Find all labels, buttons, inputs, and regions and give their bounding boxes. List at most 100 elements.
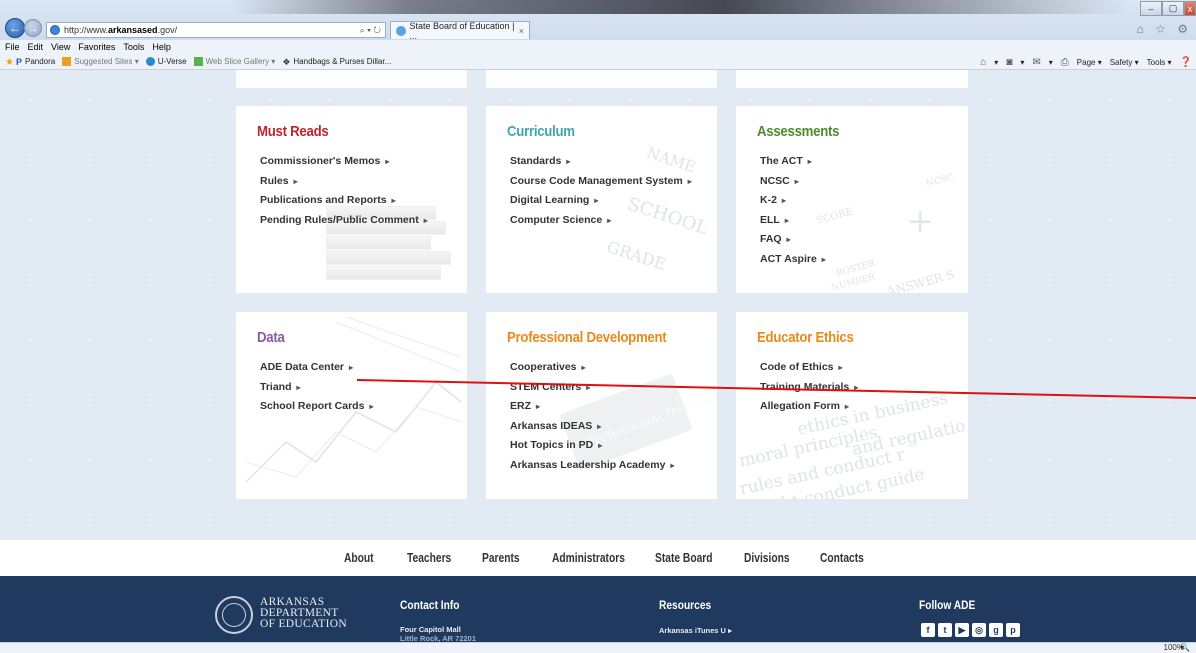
link-publications-reports[interactable]: Publications and Reports ▸ xyxy=(260,191,428,211)
facebook-icon[interactable]: f xyxy=(921,623,935,637)
watermark-text: right conduct guide xyxy=(755,464,927,499)
watermark-text: and regulatio xyxy=(850,416,968,460)
site-favicon-icon xyxy=(50,25,60,35)
link-act-aspire[interactable]: ACT Aspire ▸ xyxy=(760,250,826,270)
tab-state-board[interactable]: State Board of Education | ... × xyxy=(390,21,530,41)
safety-menu[interactable]: Safety ▾ xyxy=(1110,58,1139,67)
favorite-suggested-sites[interactable]: Suggested Sites ▾ xyxy=(62,57,139,66)
link-course-code[interactable]: Course Code Management System ▸ xyxy=(510,172,692,192)
link-training-materials[interactable]: Training Materials ▸ xyxy=(760,378,858,398)
link-cooperatives[interactable]: Cooperatives ▸ xyxy=(510,358,674,378)
nav-parents[interactable]: Parents xyxy=(482,551,520,565)
card-bottom-edge xyxy=(486,70,717,88)
link-ncsc[interactable]: NCSC ▸ xyxy=(760,172,826,192)
nav-divisions[interactable]: Divisions xyxy=(744,551,790,565)
social-icons: f t ▶ ◎ g p xyxy=(921,623,1023,637)
back-button[interactable]: ← xyxy=(5,18,25,38)
link-allegation-form[interactable]: Allegation Form ▸ xyxy=(760,397,858,417)
link-commissioners-memos[interactable]: Commissioner's Memos ▸ xyxy=(260,152,428,172)
web-slice-icon xyxy=(193,57,203,66)
card-title: Assessments xyxy=(757,123,840,140)
tab-close-icon[interactable]: × xyxy=(519,26,524,36)
forward-button[interactable]: → xyxy=(24,19,42,37)
instagram-icon[interactable]: ◎ xyxy=(972,623,986,637)
menu-view[interactable]: View xyxy=(51,42,70,52)
link-hot-topics-pd[interactable]: Hot Topics in PD ▸ xyxy=(510,436,674,456)
page-menu[interactable]: Page ▾ xyxy=(1077,58,1102,67)
link-standards[interactable]: Standards ▸ xyxy=(510,152,692,172)
feeds-icon[interactable]: ◙ xyxy=(1006,57,1012,68)
ade-seal-logo[interactable] xyxy=(215,596,253,634)
command-bar: ⌂ ▾ ◙ ▾ ✉ ▾ ⎙ Page ▾ Safety ▾ Tools ▾ ❓ xyxy=(980,56,1192,68)
watermark-text: ANSWER S xyxy=(885,267,957,293)
card-title: Professional Development xyxy=(507,329,667,346)
menu-edit[interactable]: Edit xyxy=(28,42,44,52)
zoom-level[interactable]: 🔍 100% ▾ xyxy=(1164,643,1190,652)
favorites-star-icon[interactable]: ★ xyxy=(5,57,14,68)
url-host: arkansased xyxy=(108,25,158,35)
status-bar: 🔍 100% ▾ xyxy=(0,642,1196,653)
link-code-of-ethics[interactable]: Code of Ethics ▸ xyxy=(760,358,858,378)
help-icon[interactable]: ❓ xyxy=(1180,57,1192,68)
link-faq[interactable]: FAQ ▸ xyxy=(760,230,826,250)
nav-teachers[interactable]: Teachers xyxy=(407,551,451,565)
nav-about[interactable]: About xyxy=(344,551,374,565)
mail-icon[interactable]: ✉ xyxy=(1032,57,1040,68)
watermark-text: NCSC xyxy=(925,172,955,190)
favorite-web-slice-gallery[interactable]: Web Slice Gallery ▾ xyxy=(193,57,275,66)
url-prefix: http://www. xyxy=(64,25,109,35)
card-title: Data xyxy=(257,329,285,346)
link-ade-data-center[interactable]: ADE Data Center ▸ xyxy=(260,358,373,378)
menu-bar: File Edit View Favorites Tools Help xyxy=(0,40,1196,54)
youtube-icon[interactable]: ▶ xyxy=(955,623,969,637)
link-erz[interactable]: ERZ ▸ xyxy=(510,397,674,417)
link-digital-learning[interactable]: Digital Learning ▸ xyxy=(510,191,692,211)
link-school-report-cards[interactable]: School Report Cards ▸ xyxy=(260,397,373,417)
link-stem-centers[interactable]: STEM Centers ▸ xyxy=(510,378,674,398)
menu-file[interactable]: File xyxy=(5,42,20,52)
link-arkansas-itunes-u[interactable]: Arkansas iTunes U ▸ xyxy=(659,626,732,635)
favorite-u-verse[interactable]: U-Verse xyxy=(145,57,187,66)
menu-favorites[interactable]: Favorites xyxy=(78,42,115,52)
window-background-image xyxy=(230,0,1130,14)
ade-logo-text[interactable]: ARKANSAS DEPARTMENT OF EDUCATION xyxy=(260,596,347,630)
google-plus-icon[interactable]: g xyxy=(989,623,1003,637)
favorite-pandora[interactable]: P Pandora xyxy=(16,57,55,67)
link-k2[interactable]: K-2 ▸ xyxy=(760,191,826,211)
menu-help[interactable]: Help xyxy=(152,42,171,52)
print-icon[interactable]: ⎙ xyxy=(1061,57,1069,68)
nav-administrators[interactable]: Administrators xyxy=(552,551,625,565)
card-title: Curriculum xyxy=(507,123,575,140)
url-suffix: .gov/ xyxy=(157,25,178,35)
tools-menu[interactable]: Tools ▾ xyxy=(1147,58,1172,67)
link-the-act[interactable]: The ACT ▸ xyxy=(760,152,826,172)
nav-state-board[interactable]: State Board xyxy=(655,551,713,565)
link-triand[interactable]: Triand ▸ xyxy=(260,378,373,398)
nav-contacts[interactable]: Contacts xyxy=(820,551,864,565)
home-favorites-settings-icons[interactable]: ⌂ ☆ ⚙ xyxy=(1137,22,1192,36)
watermark-text: GRADE xyxy=(604,237,669,274)
pinterest-icon[interactable]: p xyxy=(1006,623,1020,637)
link-ell[interactable]: ELL ▸ xyxy=(760,211,826,231)
address-bar[interactable]: http://www. arkansased .gov/ ⌕ ▾ ↻ xyxy=(46,22,386,38)
menu-tools[interactable]: Tools xyxy=(123,42,144,52)
follow-ade-heading: Follow ADE xyxy=(919,598,976,612)
card-assessments: SCORE ROSTER NUMBER ANSWER S NCSC + Asse… xyxy=(736,106,968,293)
link-rules[interactable]: Rules ▸ xyxy=(260,172,428,192)
card-must-reads: Must Reads Commissioner's Memos ▸ Rules ▸ … xyxy=(236,106,467,293)
favorite-handbags[interactable]: ❖ Handbags & Purses Dillar... xyxy=(282,57,391,67)
watermark-text: rules and conduct r xyxy=(737,444,907,499)
maximize-button[interactable]: ▢ xyxy=(1162,1,1184,16)
home-icon[interactable]: ⌂ xyxy=(980,57,986,68)
link-computer-science[interactable]: Computer Science ▸ xyxy=(510,211,692,231)
link-leadership-academy[interactable]: Arkansas Leadership Academy ▸ xyxy=(510,456,674,476)
minimize-button[interactable]: ‒ xyxy=(1140,1,1162,16)
twitter-icon[interactable]: t xyxy=(938,623,952,637)
watermark-text: moral principles xyxy=(737,422,880,472)
suggested-sites-icon xyxy=(62,57,72,66)
address-search-refresh-icons[interactable]: ⌕ ▾ ↻ xyxy=(360,25,381,36)
close-window-button[interactable]: x xyxy=(1184,1,1196,16)
page-content: Must Reads Commissioner's Memos ▸ Rules ▸ … xyxy=(0,70,1196,540)
link-pending-rules[interactable]: Pending Rules/Public Comment ▸ xyxy=(260,211,428,231)
link-arkansas-ideas[interactable]: Arkansas IDEAS ▸ xyxy=(510,417,674,437)
